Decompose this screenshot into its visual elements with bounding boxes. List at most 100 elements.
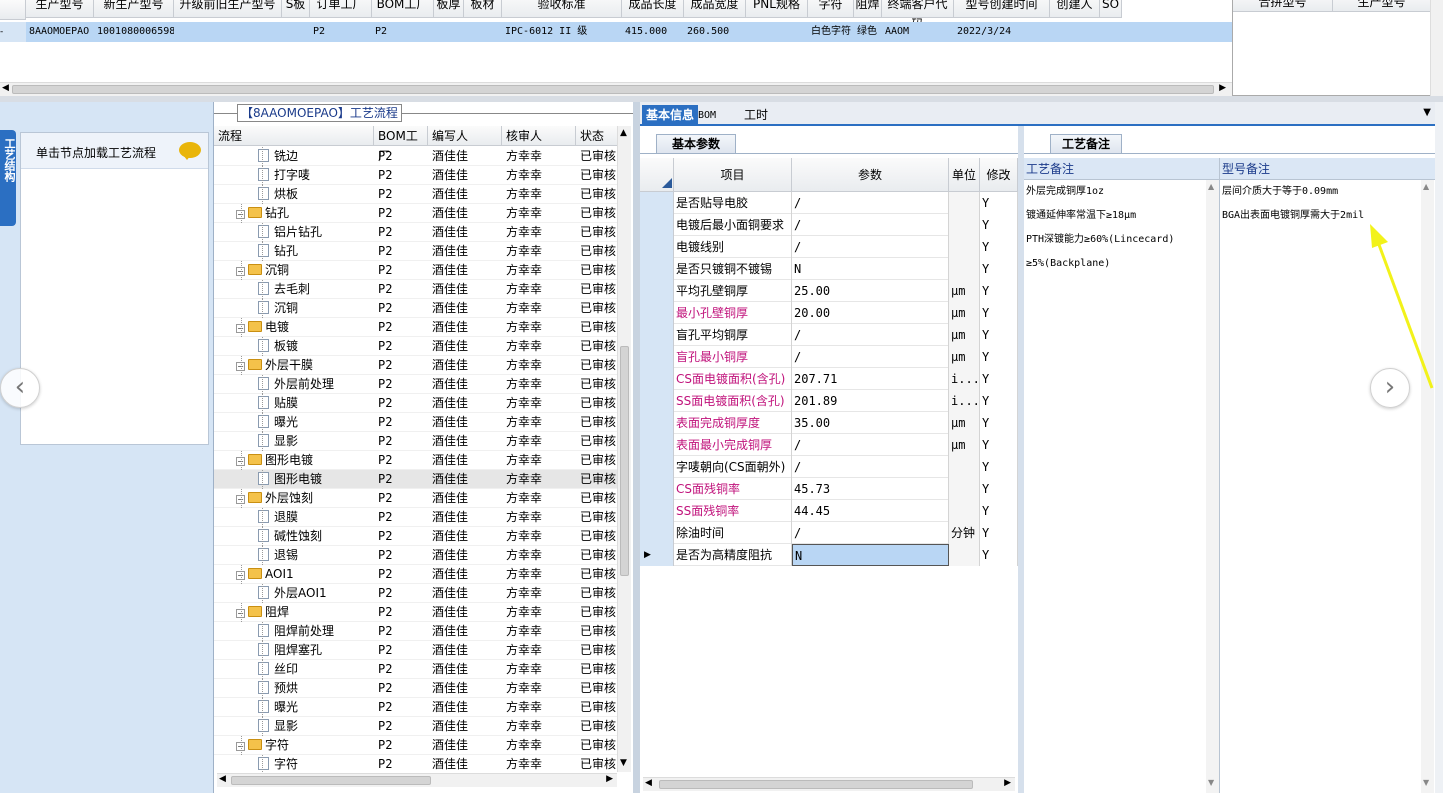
- top-grid-header-cell[interactable]: 验收标准: [502, 0, 622, 18]
- top-grid-cell[interactable]: 8AAOMOEPAO: [26, 22, 94, 42]
- flow-vscroll-thumb[interactable]: [620, 346, 629, 576]
- top-grid-header-cell[interactable]: 板厚: [434, 0, 464, 18]
- top-grid-cell[interactable]: P2: [310, 22, 372, 42]
- scroll-down-arrow-icon[interactable]: ▼: [1208, 778, 1214, 787]
- flow-tree-row[interactable]: 打字唛 P2 酒佳佳 方幸幸 已审核: [214, 166, 620, 185]
- param-cell-param[interactable]: 20.00: [792, 302, 949, 324]
- param-hscroll-thumb[interactable]: [659, 780, 973, 789]
- process-notes-textarea[interactable]: 外层完成铜厚1oz 镀通延伸率常温下≥18μm PTH深镀能力≥60%(Lincec…: [1024, 180, 1220, 793]
- row-indicator[interactable]: [640, 192, 674, 214]
- header-status[interactable]: 状态: [576, 126, 620, 146]
- tab-dropdown-icon[interactable]: ▼: [1423, 107, 1431, 118]
- row-indicator[interactable]: [640, 456, 674, 478]
- param-cell-param[interactable]: 201.89: [792, 390, 949, 412]
- param-cell-param[interactable]: /: [792, 236, 949, 258]
- param-cell-param[interactable]: 35.00: [792, 412, 949, 434]
- flow-tree-row[interactable]: 字符 P2 酒佳佳 方幸幸 已审核: [214, 755, 620, 772]
- header-param[interactable]: 参数: [792, 158, 949, 192]
- top-grid-hscroll[interactable]: ◀ ▶: [0, 82, 1232, 96]
- subtab-basic-params[interactable]: 基本参数: [656, 134, 736, 154]
- vertical-tab-structure[interactable]: 工艺结构: [0, 130, 16, 226]
- param-row[interactable]: 盲孔最小铜厚 / μm Y: [640, 346, 1018, 368]
- top-grid-header-cell[interactable]: 生产型号: [26, 0, 94, 18]
- flow-tree-row[interactable]: 显影 P2 酒佳佳 方幸幸 已审核: [214, 432, 620, 451]
- row-indicator[interactable]: [640, 368, 674, 390]
- scroll-up-arrow-icon[interactable]: ▲: [620, 128, 627, 138]
- header-flow[interactable]: 流程: [214, 126, 374, 146]
- top-grid-header-cell[interactable]: 型号创建时间: [954, 0, 1050, 18]
- param-cell-param[interactable]: /: [792, 324, 949, 346]
- scroll-right-arrow-icon[interactable]: ▶: [606, 774, 613, 784]
- flow-tree-row[interactable]: − 电镀 P2 酒佳佳 方幸幸 已审核: [214, 318, 620, 337]
- scroll-thumb[interactable]: [12, 85, 1214, 94]
- param-cell-param[interactable]: /: [792, 434, 949, 456]
- flow-tree-row[interactable]: 曝光 P2 酒佳佳 方幸幸 已审核: [214, 698, 620, 717]
- header-unit[interactable]: 单位: [949, 158, 980, 192]
- param-cell-param[interactable]: 45.73: [792, 478, 949, 500]
- param-row[interactable]: CS面残铜率 45.73 Y: [640, 478, 1018, 500]
- param-row[interactable]: SS面电镀面积(含孔) 201.89 i... Y: [640, 390, 1018, 412]
- row-indicator[interactable]: [640, 258, 674, 280]
- top-grid-header-cell[interactable]: 阻焊: [854, 0, 882, 18]
- top-vscroll[interactable]: [1430, 0, 1443, 96]
- param-row[interactable]: 表面最小完成铜厚 / μm Y: [640, 434, 1018, 456]
- top-grid-cell[interactable]: 260.500: [684, 22, 746, 42]
- row-indicator[interactable]: [640, 500, 674, 522]
- header-item[interactable]: 项目: [674, 158, 792, 192]
- param-row[interactable]: 最小孔壁铜厚 20.00 μm Y: [640, 302, 1018, 324]
- top-grid-cell[interactable]: [434, 22, 464, 42]
- flow-tree-row[interactable]: − 字符 P2 酒佳佳 方幸幸 已审核: [214, 736, 620, 755]
- param-row[interactable]: 盲孔平均铜厚 / μm Y: [640, 324, 1018, 346]
- top-grid-cell[interactable]: IPC-6012 II 级: [502, 22, 622, 42]
- scroll-up-arrow-icon[interactable]: ▲: [1423, 182, 1429, 191]
- header-production-model[interactable]: 生产型号: [1333, 0, 1431, 12]
- flow-tree-row[interactable]: 铝片钻孔 P2 酒佳佳 方幸幸 已审核: [214, 223, 620, 242]
- vertical-splitter[interactable]: [633, 102, 640, 793]
- tab-process-notes[interactable]: 工艺备注: [1050, 134, 1122, 154]
- top-grid-cell[interactable]: [1050, 22, 1100, 42]
- flow-tree-row[interactable]: − AOI1 P2 酒佳佳 方幸幸 已审核: [214, 565, 620, 584]
- flow-tree-row[interactable]: 碱性蚀刻 P2 酒佳佳 方幸幸 已审核: [214, 527, 620, 546]
- flow-tree-row[interactable]: 退膜 P2 酒佳佳 方幸幸 已审核: [214, 508, 620, 527]
- flow-tree-row[interactable]: 阻焊塞孔 P2 酒佳佳 方幸幸 已审核: [214, 641, 620, 660]
- flow-hscroll-thumb[interactable]: [231, 776, 431, 785]
- flow-tree-row[interactable]: 曝光 P2 酒佳佳 方幸幸 已审核: [214, 413, 620, 432]
- scroll-right-arrow-icon[interactable]: ▶: [1004, 778, 1011, 788]
- flow-tree-row[interactable]: 外层AOI1 P2 酒佳佳 方幸幸 已审核: [214, 584, 620, 603]
- top-grid-cell[interactable]: [282, 22, 310, 42]
- param-grid-corner[interactable]: [640, 158, 674, 192]
- notes-col1-vscroll[interactable]: ▲ ▼: [1206, 180, 1219, 793]
- top-grid-header-cell[interactable]: 订单工厂: [310, 0, 372, 18]
- top-grid-cell[interactable]: 白色字符: [808, 22, 854, 42]
- scroll-down-arrow-icon[interactable]: ▼: [620, 758, 627, 768]
- flow-tree-row[interactable]: 板镀 P2 酒佳佳 方幸幸 已审核: [214, 337, 620, 356]
- top-grid-header-cell[interactable]: 升级前旧生产型号: [174, 0, 282, 18]
- top-grid-cell[interactable]: 绿色: [854, 22, 882, 42]
- header-combined-model[interactable]: 合拼型号: [1233, 0, 1333, 12]
- top-grid-cell[interactable]: [464, 22, 502, 42]
- top-grid-header-cell[interactable]: PNL规格: [746, 0, 808, 18]
- row-indicator[interactable]: [640, 390, 674, 412]
- flow-tree-row[interactable]: 去毛刺 P2 酒佳佳 方幸幸 已审核: [214, 280, 620, 299]
- param-cell-param[interactable]: 44.45: [792, 500, 949, 522]
- top-grid-header-cell[interactable]: BOM工厂: [372, 0, 434, 18]
- flow-tree-row[interactable]: 退锡 P2 酒佳佳 方幸幸 已审核: [214, 546, 620, 565]
- top-grid-corner[interactable]: [0, 0, 26, 20]
- param-row[interactable]: SS面残铜率 44.45 Y: [640, 500, 1018, 522]
- top-grid-cell[interactable]: [1100, 22, 1122, 42]
- scroll-left-arrow-icon[interactable]: ◀: [2, 83, 9, 93]
- tab-basic-info[interactable]: 基本信息: [642, 105, 699, 126]
- flow-tree-row[interactable]: − 图形电镀 P2 酒佳佳 方幸幸 已审核: [214, 451, 620, 470]
- row-indicator[interactable]: [640, 412, 674, 434]
- nav-next-button[interactable]: ›: [1370, 368, 1410, 408]
- row-indicator[interactable]: [640, 434, 674, 456]
- top-grid-row-indicator[interactable]: -: [0, 22, 26, 42]
- top-grid-cell[interactable]: 10010800065984: [94, 22, 174, 42]
- param-row[interactable]: 字唛朝向(CS面朝外) / Y: [640, 456, 1018, 478]
- flow-tree-row[interactable]: − 外层干膜 P2 酒佳佳 方幸幸 已审核: [214, 356, 620, 375]
- flow-tree-row[interactable]: 铣边 P2 酒佳佳 方幸幸 已审核: [214, 147, 620, 166]
- param-row[interactable]: ▶ 是否为高精度阻抗 N Y: [640, 544, 1018, 566]
- top-grid-header-cell[interactable]: 新生产型号: [94, 0, 174, 18]
- param-cell-param[interactable]: /: [792, 346, 949, 368]
- row-indicator[interactable]: [640, 302, 674, 324]
